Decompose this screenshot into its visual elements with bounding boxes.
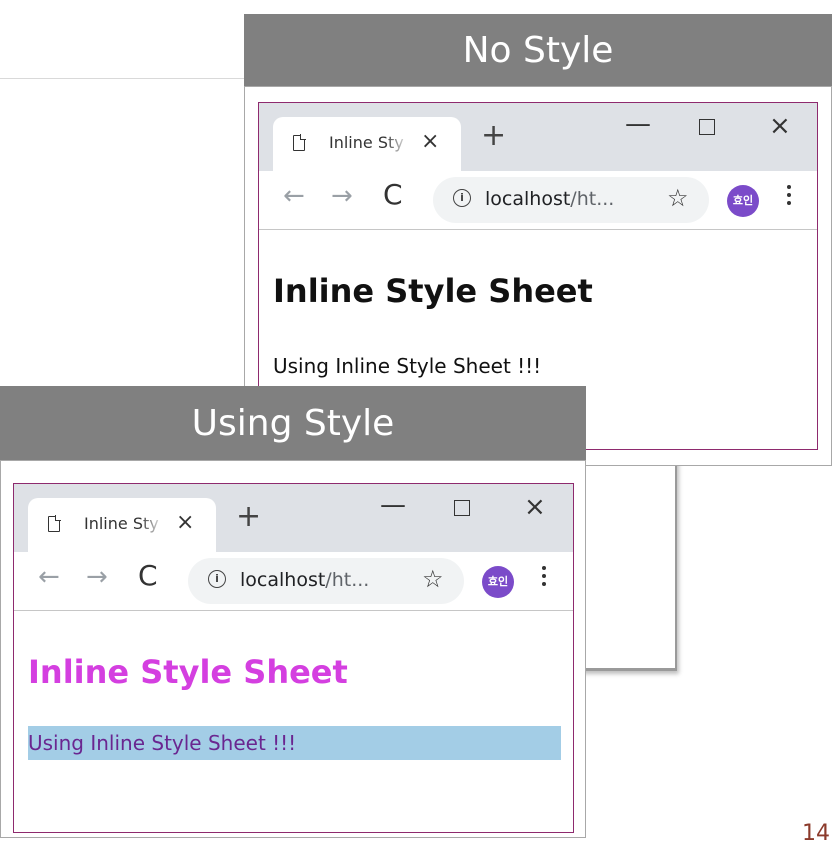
new-tab-icon[interactable]: +: [481, 121, 506, 151]
url-host: localhost: [485, 188, 571, 210]
page-icon: [48, 515, 61, 532]
url-path: /ht...: [325, 569, 370, 591]
tab-close-icon[interactable]: ×: [176, 510, 194, 535]
new-tab-icon[interactable]: +: [236, 502, 261, 532]
using-style-label: Using Style: [0, 386, 586, 460]
address-bar[interactable]: i localhost/ht... ☆: [433, 177, 709, 223]
no-style-label-text: No Style: [462, 29, 614, 71]
info-icon[interactable]: i: [453, 189, 471, 207]
kebab-menu-icon[interactable]: [542, 566, 546, 590]
address-bar[interactable]: i localhost/ht... ☆: [188, 558, 464, 604]
window-close-icon[interactable]: ×: [524, 494, 546, 520]
page-heading: Inline Style Sheet: [273, 272, 593, 310]
minimize-icon[interactable]: —: [625, 111, 651, 137]
page-paragraph: Using Inline Style Sheet !!!: [273, 354, 542, 378]
tab-title: Inline Sty: [84, 514, 164, 533]
tab-title: Inline Sty: [329, 133, 409, 152]
divider-line: [0, 78, 246, 79]
page-content: Inline Style Sheet Using Inline Style Sh…: [14, 611, 573, 832]
url-text: localhost/ht...: [485, 188, 614, 210]
browser-toolbar: ← → C i localhost/ht... ☆ 효인: [14, 552, 573, 611]
tab-strip: Inline Sty × + — ×: [14, 484, 573, 552]
forward-arrow-icon[interactable]: →: [331, 183, 353, 209]
browser-tab[interactable]: Inline Sty ×: [28, 498, 216, 552]
reload-icon[interactable]: C: [138, 562, 158, 590]
bookmark-star-icon[interactable]: ☆: [667, 186, 689, 210]
minimize-icon[interactable]: —: [380, 492, 406, 518]
browser-window-using-style: Inline Sty × + — × ← → C i localhost/ht.…: [13, 483, 574, 833]
back-arrow-icon[interactable]: ←: [38, 564, 60, 590]
page-heading-styled: Inline Style Sheet: [28, 653, 348, 691]
tab-close-icon[interactable]: ×: [421, 129, 439, 154]
browser-toolbar: ← → C i localhost/ht... ☆ 효인: [259, 171, 817, 230]
reload-icon[interactable]: C: [383, 181, 403, 209]
profile-avatar[interactable]: 효인: [482, 566, 514, 598]
url-text: localhost/ht...: [240, 569, 369, 591]
back-arrow-icon[interactable]: ←: [283, 183, 305, 209]
window-close-icon[interactable]: ×: [769, 113, 791, 139]
page-paragraph-styled: Using Inline Style Sheet !!!: [28, 726, 561, 760]
profile-avatar[interactable]: 효인: [727, 185, 759, 217]
info-icon[interactable]: i: [208, 570, 226, 588]
tab-strip: Inline Sty × + — ×: [259, 103, 817, 171]
forward-arrow-icon[interactable]: →: [86, 564, 108, 590]
using-style-label-text: Using Style: [191, 402, 395, 444]
url-host: localhost: [240, 569, 326, 591]
page-icon: [293, 134, 306, 151]
maximize-icon[interactable]: [699, 119, 715, 135]
page-number: 14: [802, 821, 830, 846]
maximize-icon[interactable]: [454, 500, 470, 516]
kebab-menu-icon[interactable]: [787, 185, 791, 209]
no-style-label: No Style: [244, 14, 832, 86]
browser-tab[interactable]: Inline Sty ×: [273, 117, 461, 171]
bookmark-star-icon[interactable]: ☆: [422, 567, 444, 591]
url-path: /ht...: [570, 188, 615, 210]
using-style-frame: Inline Sty × + — × ← → C i localhost/ht.…: [0, 460, 586, 838]
